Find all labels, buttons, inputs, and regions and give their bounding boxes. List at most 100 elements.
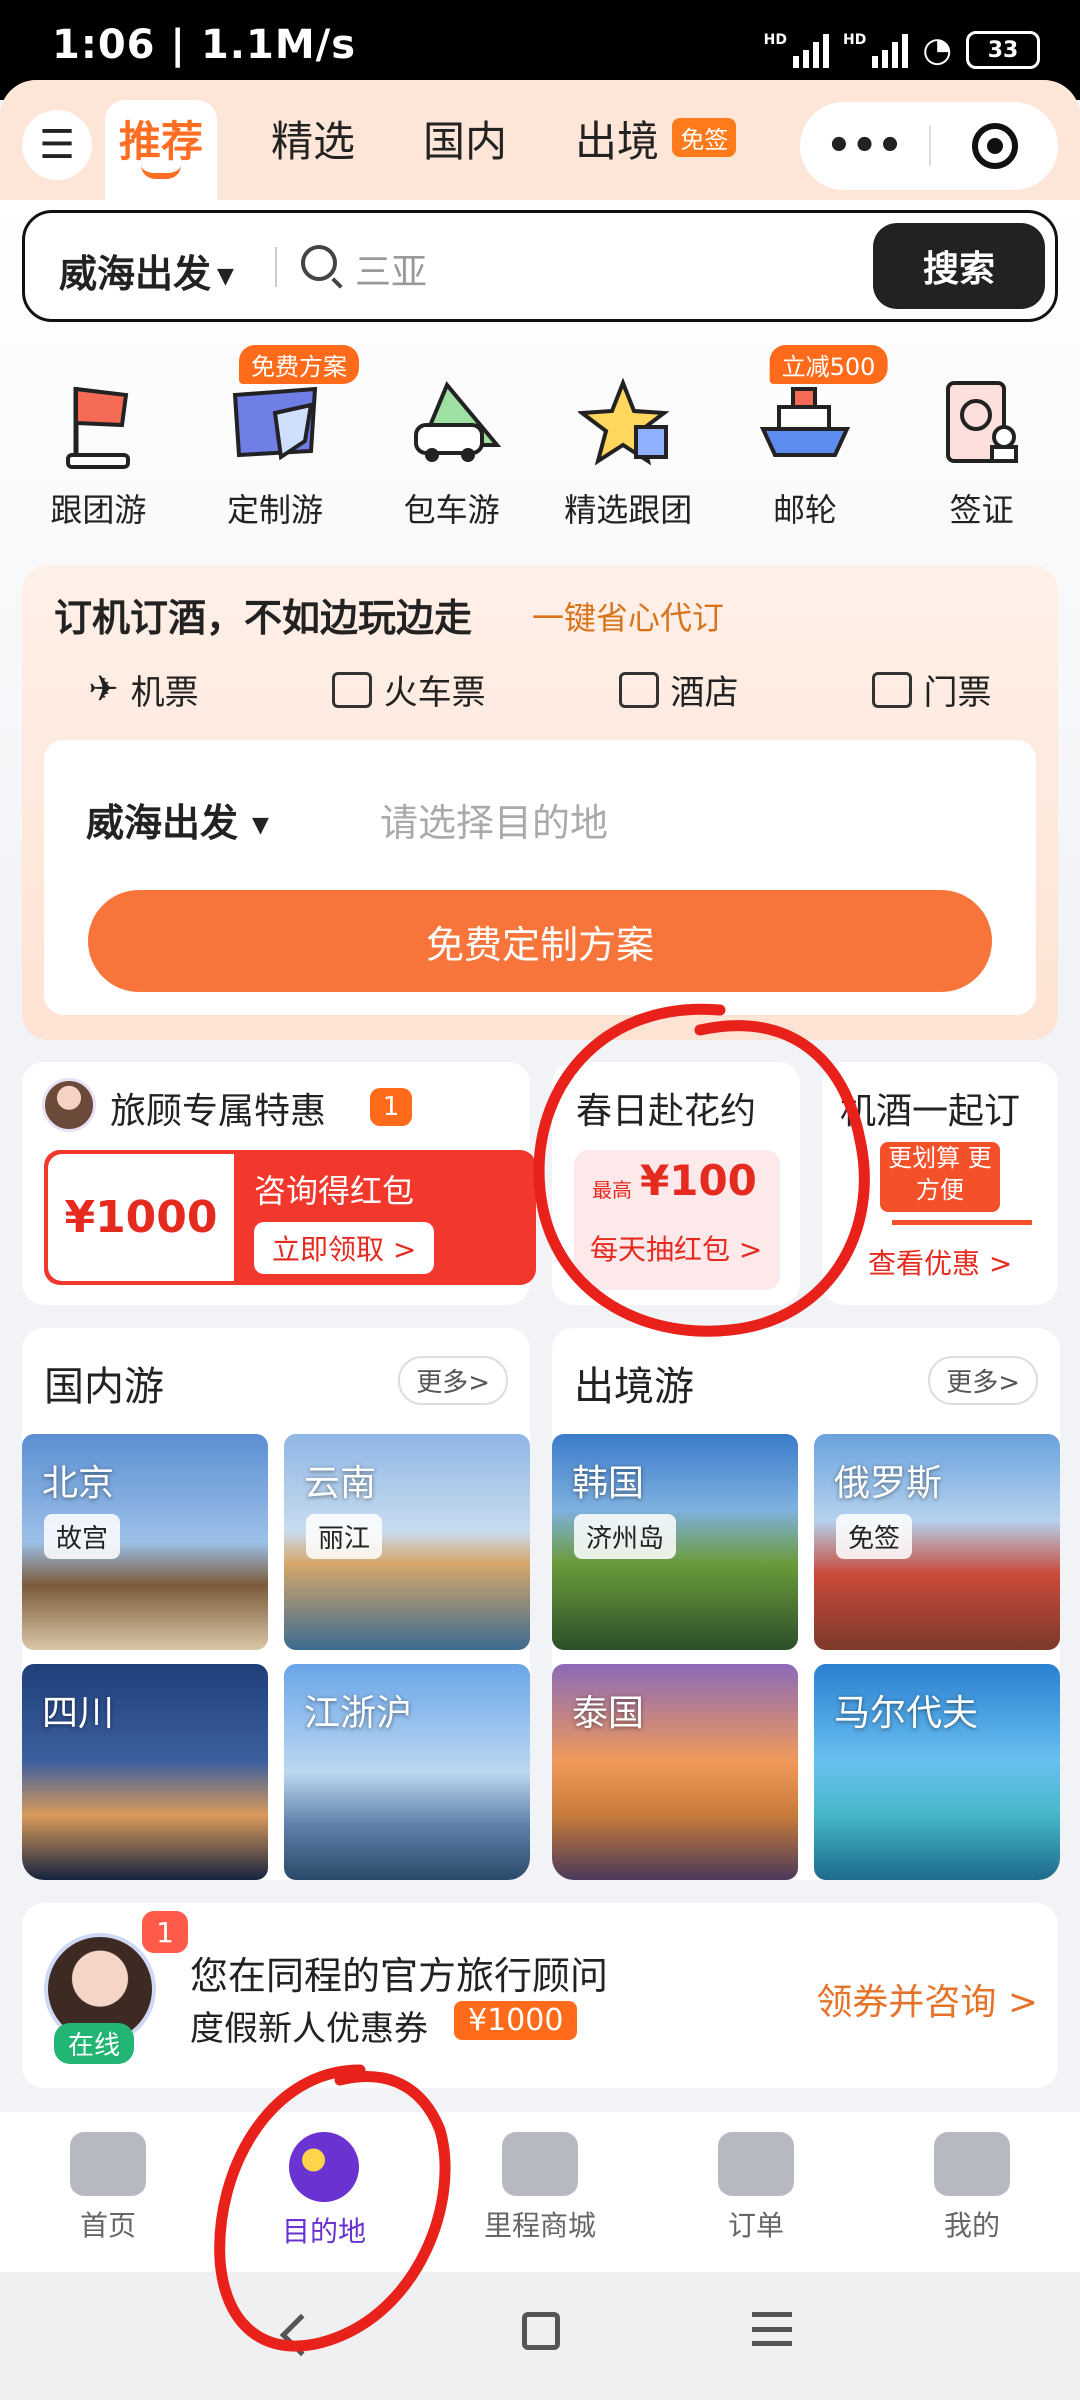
status-time: 1:06 | 1.1M/s [52, 22, 357, 68]
search-input[interactable]: 三亚 [355, 243, 427, 295]
tab-recommend[interactable]: 推荐 [105, 100, 218, 205]
booking-card: 订机订酒，不如边玩边走 一键省心代订 ✈ 机票 火车票 酒店 门票 威海出发 ▼ 请… [22, 565, 1058, 1040]
destination-tile-korea[interactable]: 韩国 济州岛 [552, 1434, 798, 1650]
domestic-grid: 北京 故宫 云南 丽江 四川 江浙沪 [22, 1434, 530, 1880]
tab-ticket[interactable]: 门票 [871, 665, 992, 714]
departure-city-selector[interactable]: 威海出发 ▼ [59, 243, 234, 298]
map-icon [225, 375, 325, 475]
status-icons: HD HD ◔ 33 [764, 30, 1040, 70]
nav-profile[interactable]: 我的 [882, 2112, 1062, 2272]
nav-orders[interactable]: 订单 [666, 2112, 846, 2272]
miniapp-capsule: ••• [800, 102, 1058, 190]
booking-title: 订机订酒，不如边玩边走 [54, 596, 473, 640]
claim-and-consult-button[interactable]: 领券并咨询 > [816, 1973, 1038, 2025]
more-options-button[interactable]: ••• [800, 123, 929, 169]
nav-mileage-mall[interactable]: 里程商城 [450, 2112, 630, 2272]
train-icon [331, 671, 372, 708]
tab-outbound[interactable]: 出境 免签 [561, 100, 750, 205]
booking-subtitle: 一键省心代订 [532, 599, 725, 637]
coupon-text: 咨询得红包 [254, 1172, 415, 1210]
search-button[interactable]: 搜索 [873, 223, 1045, 309]
tab-domestic[interactable]: 国内 [409, 100, 521, 205]
category-icons: 跟团游 免费方案 定制游 包车游 精选跟团 立减500 邮轮 签证 [0, 345, 1080, 535]
view-offers-link[interactable]: 查看优惠 > [868, 1242, 1012, 1282]
destination-tile-maldives[interactable]: 马尔代夫 [814, 1664, 1060, 1880]
plane-icon: ✈ [88, 669, 119, 710]
bottom-nav: 首页 目的地 里程商城 订单 我的 [0, 2112, 1080, 2272]
star-flag-icon [576, 375, 678, 475]
destination-tile-beijing[interactable]: 北京 故宫 [22, 1434, 268, 1650]
coupon-amount: ¥1000 [48, 1154, 234, 1281]
outbound-title: 出境游 [574, 1364, 694, 1410]
flight-hotel-card[interactable]: 机酒一起订 更划算 更方便 查看优惠 > [822, 1062, 1058, 1305]
outbound-grid: 韩国 济州岛 俄罗斯 免签 泰国 马尔代夫 [552, 1434, 1060, 1880]
caret-down-icon: ▼ [217, 264, 234, 289]
order-icon [718, 2132, 794, 2196]
category-charter-car[interactable]: 包车游 [377, 345, 527, 535]
advisor-deal-card[interactable]: 旅顾专属特惠 1 ¥1000 咨询得红包 立即领取 > [22, 1062, 536, 1305]
arrow-icon [892, 1220, 1032, 1225]
booking-departure-selector[interactable]: 威海出发 ▼ [86, 792, 269, 847]
red-packet-box: 最高 ¥100 每天抽红包 > [574, 1150, 780, 1290]
channel-tabs: 推荐 精选 国内 出境 免签 赏花 [105, 100, 902, 205]
advisor-deal-count-badge: 1 [370, 1088, 412, 1126]
category-cruise[interactable]: 立减500 邮轮 [730, 345, 888, 535]
tab-selected[interactable]: 精选 [257, 100, 369, 205]
claim-now-button[interactable]: 立即领取 > [254, 1222, 435, 1274]
outbound-more-button[interactable]: 更多> [928, 1356, 1038, 1405]
signal-icon-2: HD [843, 32, 909, 68]
advisor-line1: 您在同程的官方旅行顾问 [190, 1954, 609, 1998]
category-group-tour[interactable]: 跟团游 [23, 345, 173, 535]
advisor-coupon-banner: ¥1000 咨询得红包 立即领取 > [44, 1150, 536, 1285]
advisor-count-badge: 1 [142, 1911, 188, 1953]
advisor-bar[interactable]: 在线 1 您在同程的官方旅行顾问 度假新人优惠券 ¥1000 领券并咨询 > [22, 1903, 1058, 2088]
red-packet-amount: ¥100 [640, 1156, 757, 1205]
signal-icon: HD [764, 32, 829, 68]
spring-title: 春日赴花约 [576, 1091, 757, 1132]
booking-tabs: ✈ 机票 火车票 酒店 门票 [22, 665, 1058, 714]
search-icon [301, 245, 337, 281]
domestic-more-button[interactable]: 更多> [398, 1356, 508, 1405]
search-bar: 威海出发 ▼ 三亚 搜索 [22, 210, 1058, 322]
better-deal-flag: 更划算 更方便 [880, 1142, 1000, 1212]
destination-input[interactable]: 请选择目的地 [380, 792, 608, 847]
destination-tile-yunnan[interactable]: 云南 丽江 [284, 1434, 530, 1650]
category-visa[interactable]: 签证 [907, 345, 1057, 535]
battery-icon: 33 [966, 31, 1040, 69]
recents-icon[interactable] [752, 2312, 792, 2346]
menu-button[interactable]: ☰ [22, 110, 92, 180]
tab-train[interactable]: 火车票 [331, 665, 486, 714]
system-navigation-bar [0, 2272, 1080, 2400]
category-selected-group[interactable]: 精选跟团 [553, 345, 703, 535]
back-icon[interactable] [279, 2313, 323, 2357]
home-icon [70, 2132, 146, 2196]
destination-icon [289, 2132, 359, 2202]
cruise-ship-icon [755, 375, 855, 475]
daily-draw-link[interactable]: 每天抽红包 > [590, 1228, 762, 1268]
passport-icon [932, 375, 1032, 475]
ticket-icon [871, 671, 912, 708]
highest-label: 最高 [592, 1178, 632, 1202]
spring-flower-card[interactable]: 春日赴花约 最高 ¥100 每天抽红包 > [552, 1062, 800, 1305]
car-icon [402, 375, 502, 475]
nav-destination[interactable]: 目的地 [234, 2112, 414, 2272]
advisor-line2: 度假新人优惠券 [190, 2009, 428, 2049]
free-custom-plan-button[interactable]: 免费定制方案 [88, 890, 992, 992]
destination-tile-thailand[interactable]: 泰国 [552, 1664, 798, 1880]
online-badge: 在线 [54, 2023, 135, 2064]
home-square-icon[interactable] [522, 2312, 560, 2350]
outbound-section: 出境游 更多> 韩国 济州岛 俄罗斯 免签 泰国 马尔代夫 [552, 1328, 1060, 1880]
nav-home[interactable]: 首页 [18, 2112, 198, 2272]
tab-flight[interactable]: ✈ 机票 [88, 665, 198, 714]
close-miniapp-button[interactable] [931, 123, 1058, 169]
tab-hotel[interactable]: 酒店 [618, 665, 739, 714]
destination-tile-sichuan[interactable]: 四川 [22, 1664, 268, 1880]
shopping-bag-icon [502, 2132, 578, 2196]
wifi-icon: ◔ [922, 30, 952, 70]
top-header: ☰ 推荐 精选 国内 出境 免签 赏花 ••• [0, 80, 1080, 205]
search-divider [275, 247, 277, 287]
category-custom-tour[interactable]: 免费方案 定制游 [200, 345, 359, 535]
destination-tile-jiangzhehu[interactable]: 江浙沪 [284, 1664, 530, 1880]
newcomer-coupon: ¥1000 [454, 2001, 578, 2040]
destination-tile-russia[interactable]: 俄罗斯 免签 [814, 1434, 1060, 1650]
